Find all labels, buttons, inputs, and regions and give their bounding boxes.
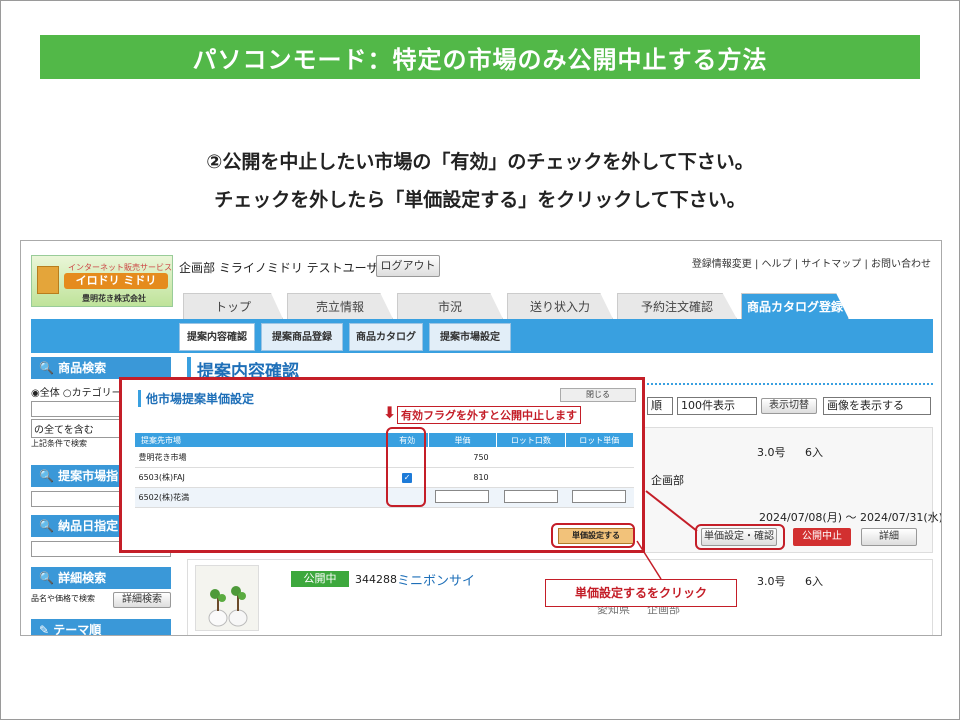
- click-note-pointer: [636, 540, 662, 580]
- instruction-line-2: チェックを外したら「単価設定する」をクリックして下さい。: [214, 189, 746, 211]
- instruction-line-1: ②公開を中止したい市場の「有効」のチェックを外して下さい。: [206, 151, 754, 173]
- slide-title: パソコンモード：特定の市場のみ公開中止する方法: [40, 35, 920, 79]
- screenshot-panel: インターネット販売サービス イロドリ ミドリ 豊明花き株式会社 企画部 ミライノ…: [20, 240, 942, 636]
